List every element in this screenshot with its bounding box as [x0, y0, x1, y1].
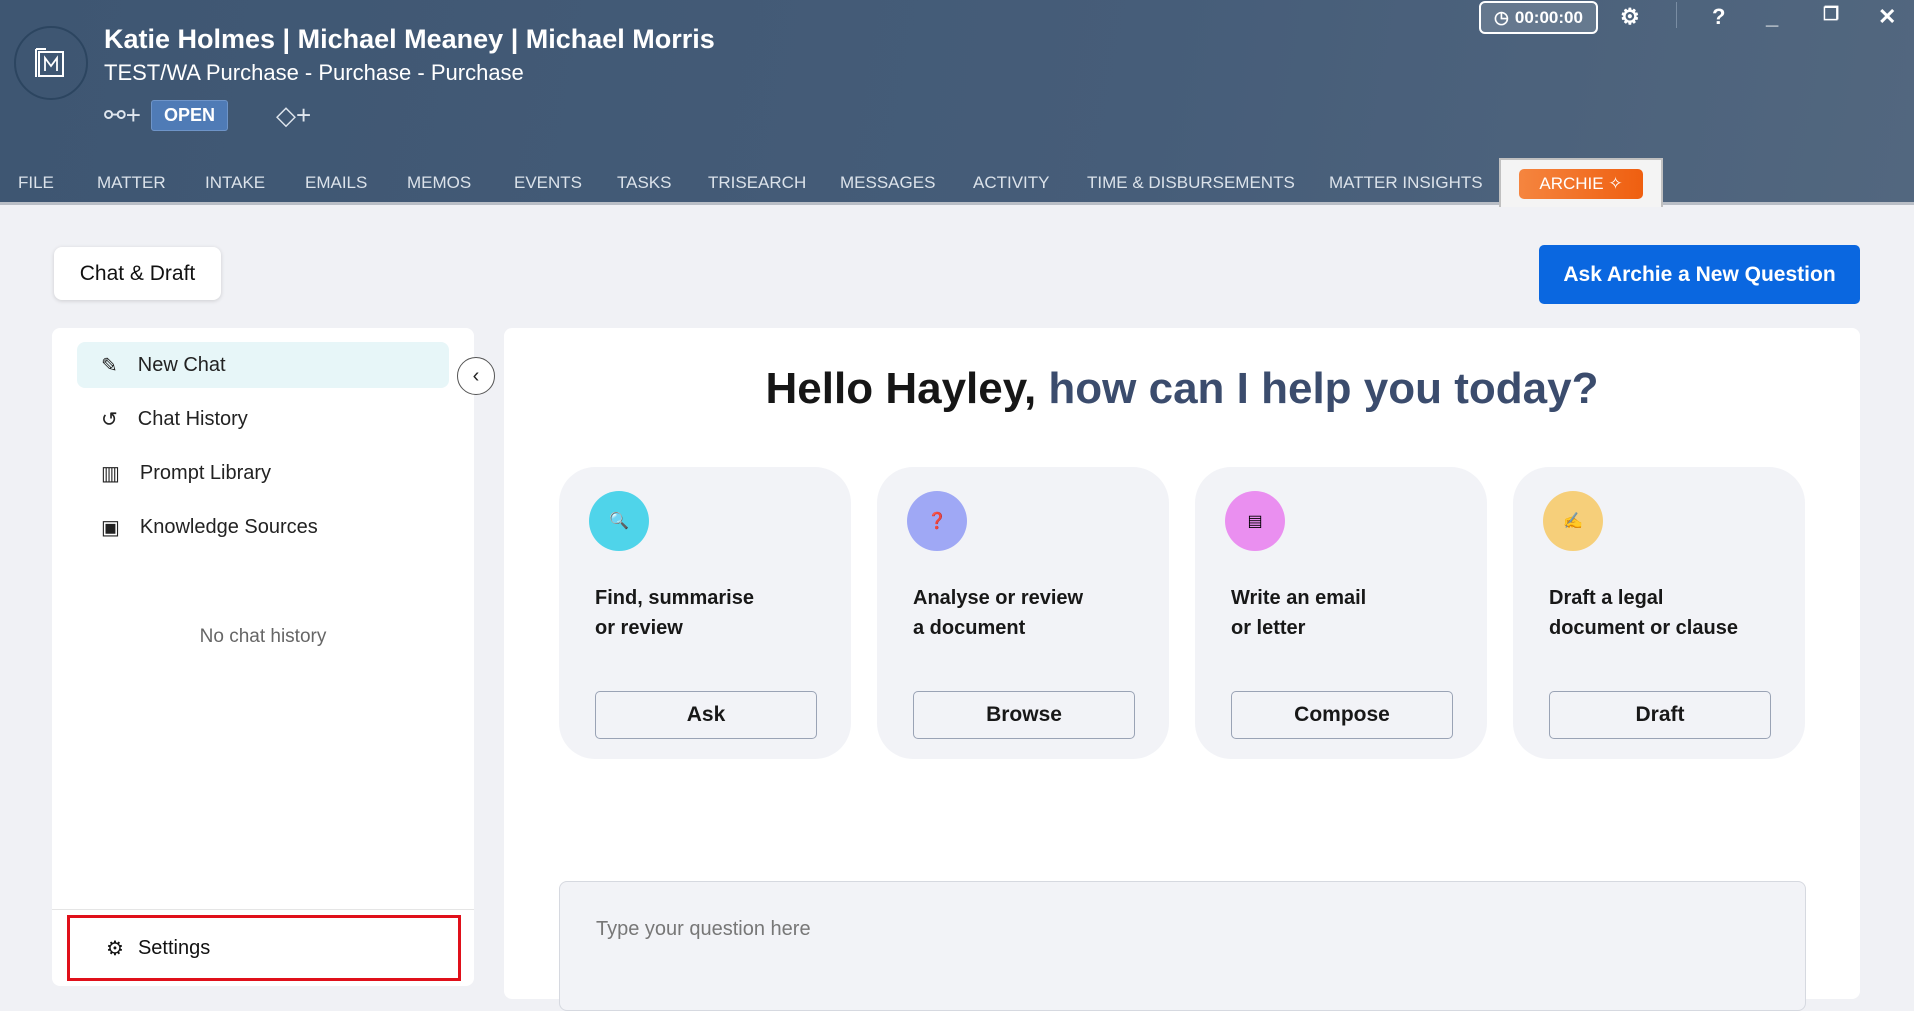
knowledge-icon: ▣ — [101, 516, 120, 539]
question-input[interactable]: Type your question here — [559, 881, 1806, 1011]
sparkle-icon: ✧ — [1608, 173, 1623, 193]
document-icon: ▤ — [1225, 491, 1285, 551]
matter-subtitle: TEST/WA Purchase - Purchase - Purchase — [104, 60, 524, 85]
tab-matter[interactable]: MATTER — [97, 173, 166, 193]
settings-button[interactable]: ⚙ Settings — [67, 915, 461, 981]
restore-icon[interactable]: ❐ — [1823, 4, 1839, 25]
close-icon[interactable]: ✕ — [1878, 4, 1896, 30]
matter-logo-icon — [14, 26, 88, 100]
chevron-left-icon: ‹ — [472, 364, 480, 387]
timer-button[interactable]: ◷ 00:00:00 — [1479, 1, 1598, 34]
tab-messages[interactable]: MESSAGES — [840, 173, 935, 193]
tab-archie[interactable]: ARCHIE ✧ — [1499, 158, 1663, 207]
card-draft: ✍ Draft a legal document or clause Draft — [1513, 467, 1805, 759]
chat-draft-tab[interactable]: Chat & Draft — [54, 247, 221, 300]
main-panel: Hello Hayley, how can I help you today? … — [504, 328, 1860, 1011]
matter-header: Katie Holmes | Michael Meaney | Michael … — [0, 0, 1914, 207]
ask-button[interactable]: Ask — [595, 691, 817, 739]
collapse-sidebar-button[interactable]: ‹ — [457, 357, 495, 395]
draft-button[interactable]: Draft — [1549, 691, 1771, 739]
add-relationship-button[interactable]: ⚯+ — [104, 100, 141, 131]
compose-button[interactable]: Compose — [1231, 691, 1453, 739]
card-find: 🔍 Find, summarise or review Ask — [559, 467, 851, 759]
browse-button[interactable]: Browse — [913, 691, 1135, 739]
status-badge[interactable]: OPEN — [150, 100, 228, 131]
sidebar-item-chat-history[interactable]: ↺ Chat History — [77, 396, 449, 442]
help-icon[interactable]: ? — [1712, 4, 1725, 30]
empty-history-text: No chat history — [199, 626, 327, 647]
tab-trisearch[interactable]: TRISEARCH — [708, 173, 806, 193]
matter-title: Katie Holmes | Michael Meaney | Michael … — [104, 24, 715, 54]
sidebar-item-knowledge-sources[interactable]: ▣ Knowledge Sources — [77, 504, 449, 550]
gear-icon: ⚙ — [106, 937, 124, 960]
edit-icon: ✎ — [101, 354, 118, 377]
sidebar: ✎ New Chat ↺ Chat History ▥ Prompt Library … — [52, 328, 474, 986]
clock-icon: ◷ — [1494, 7, 1509, 27]
card-write: ▤ Write an email or letter Compose — [1195, 467, 1487, 759]
tab-intake[interactable]: INTAKE — [205, 173, 265, 193]
greeting: Hello Hayley, how can I help you today? — [765, 364, 1599, 413]
sidebar-item-prompt-library[interactable]: ▥ Prompt Library — [77, 450, 449, 496]
library-icon: ▥ — [101, 462, 120, 485]
tab-activity[interactable]: ACTIVITY — [973, 173, 1050, 193]
folder-search-icon: 🔍 — [589, 491, 649, 551]
tab-events[interactable]: EVENTS — [514, 173, 582, 193]
gear-icon[interactable]: ⚙ — [1620, 4, 1640, 30]
tab-time-disbursements[interactable]: TIME & DISBURSEMENTS — [1087, 173, 1295, 193]
ask-new-question-button[interactable]: Ask Archie a New Question — [1539, 245, 1860, 304]
history-icon: ↺ — [101, 408, 118, 431]
tab-tasks[interactable]: TASKS — [617, 173, 671, 193]
signed-document-icon: ✍ — [1543, 491, 1603, 551]
sidebar-item-new-chat[interactable]: ✎ New Chat — [77, 342, 449, 388]
card-analyse: ❓ Analyse or review a document Browse — [877, 467, 1169, 759]
tab-file[interactable]: FILE — [18, 173, 54, 193]
minimize-icon[interactable]: _ — [1766, 4, 1778, 30]
tab-matter-insights[interactable]: MATTER INSIGHTS — [1329, 173, 1483, 193]
add-tag-button[interactable]: ◇+ — [276, 100, 311, 131]
document-question-icon: ❓ — [907, 491, 967, 551]
tab-memos[interactable]: MEMOS — [407, 173, 471, 193]
tab-emails[interactable]: EMAILS — [305, 173, 367, 193]
